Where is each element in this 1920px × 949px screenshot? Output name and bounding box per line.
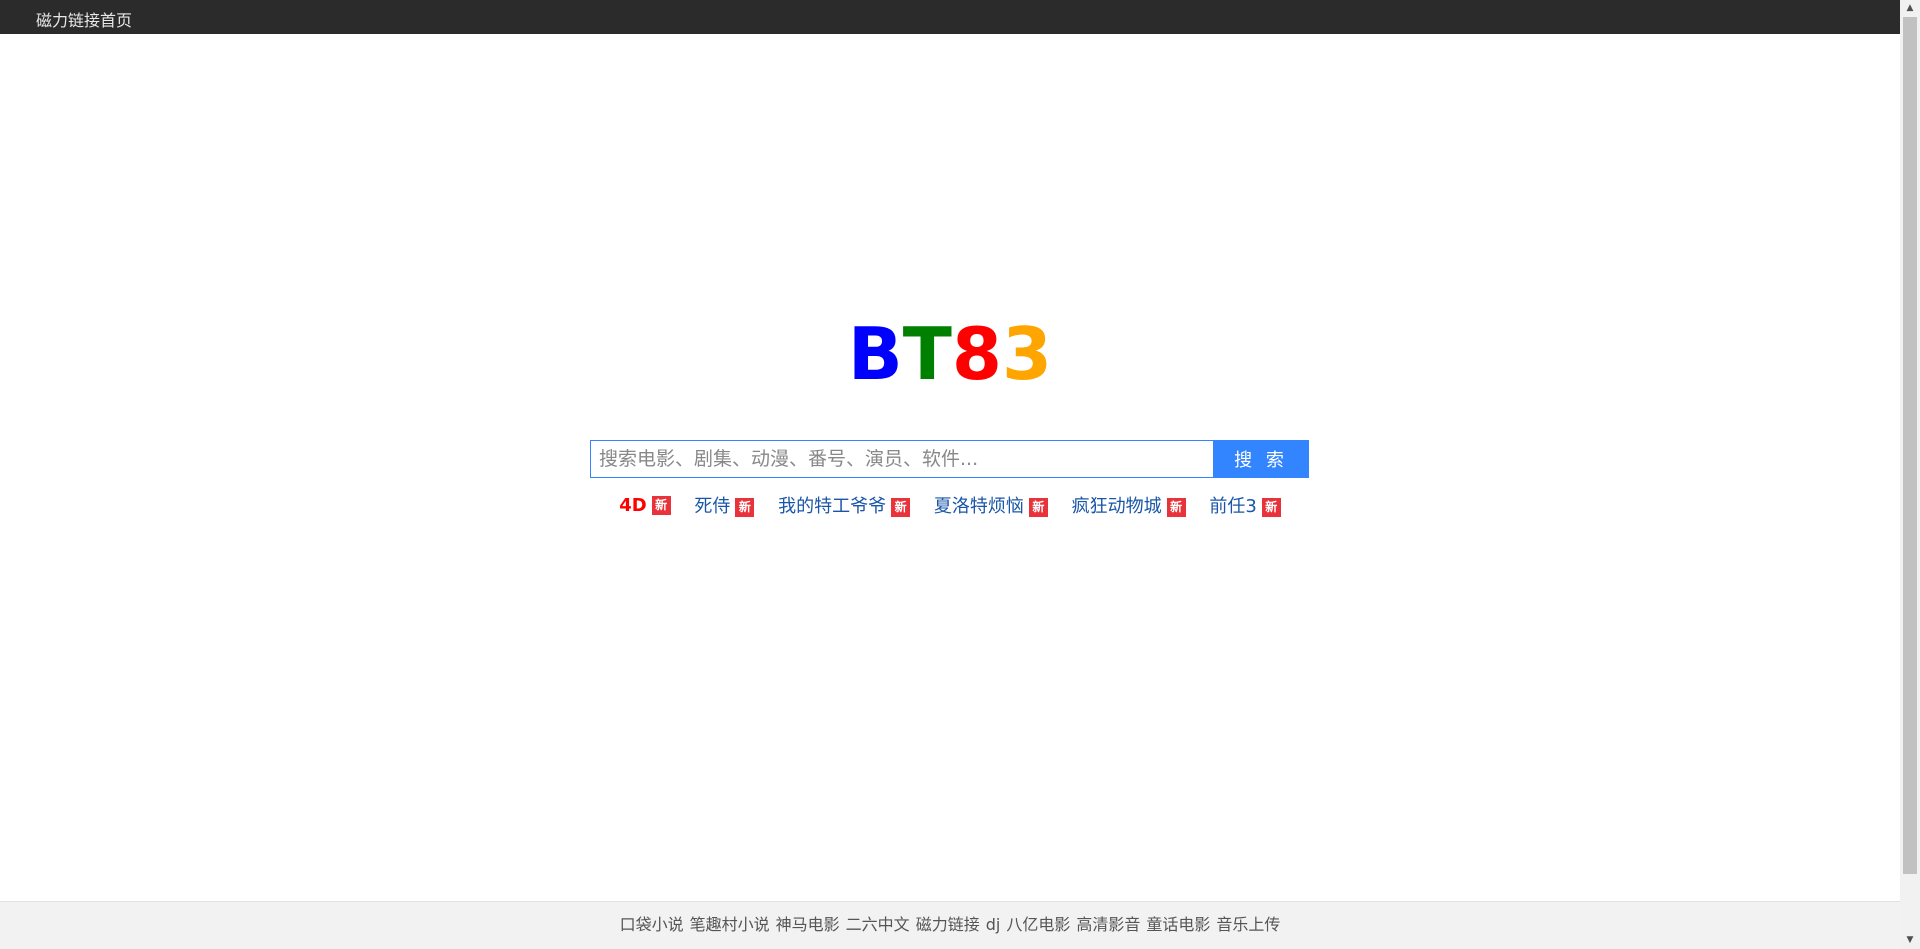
footer-link[interactable]: 八亿电影 — [1006, 915, 1070, 934]
search-form: 搜 索 — [590, 440, 1309, 478]
hot-search-item[interactable]: 死侍新 — [694, 492, 755, 518]
footer-link[interactable]: 磁力链接 — [916, 915, 980, 934]
hot-search-label: 夏洛特烦恼 — [933, 496, 1024, 517]
hot-search-list: 4D 新 死侍新 我的特工爷爷新 夏洛特烦恼新 疯狂动物城新 前任3 新 — [0, 492, 1900, 518]
hot-search-item[interactable]: 疯狂动物城新 — [1072, 492, 1186, 518]
new-badge-icon: 新 — [1166, 497, 1186, 517]
vertical-scrollbar[interactable]: ▲ ▼ — [1900, 0, 1920, 949]
scrollbar-thumb[interactable] — [1903, 17, 1917, 874]
new-badge-icon: 新 — [891, 497, 911, 517]
home-link[interactable]: 磁力链接首页 — [36, 7, 132, 31]
logo-letter-t: T — [902, 312, 952, 396]
new-badge-icon: 新 — [1261, 497, 1281, 517]
new-badge-icon: 新 — [651, 496, 671, 515]
hot-search-item[interactable]: 前任3 新 — [1209, 492, 1281, 518]
hot-search-label: 疯狂动物城 — [1071, 496, 1162, 517]
footer-link[interactable]: 童话电影 — [1146, 915, 1210, 934]
scroll-up-arrow-icon[interactable]: ▲ — [1900, 0, 1920, 17]
hot-search-label: 4D — [619, 494, 647, 516]
hot-search-label: 我的特工爷爷 — [778, 496, 887, 517]
logo-letter-8: 8 — [951, 312, 1002, 396]
search-input[interactable] — [590, 440, 1214, 478]
hot-search-item[interactable]: 4D 新 — [619, 494, 671, 516]
new-badge-icon: 新 — [1028, 497, 1048, 517]
hot-search-label: 死侍 — [694, 496, 731, 517]
footer-link[interactable]: 口袋小说 — [620, 915, 684, 934]
hot-search-item[interactable]: 夏洛特烦恼新 — [934, 492, 1048, 518]
footer-link[interactable]: 二六中文 — [846, 915, 910, 934]
footer-link[interactable]: dj — [986, 915, 1001, 934]
new-badge-icon: 新 — [735, 497, 755, 517]
footer-links: 口袋小说 笔趣村小说 神马电影 二六中文 磁力链接 dj 八亿电影 高清影音 童话电影 音乐上传 — [0, 901, 1900, 949]
site-logo: BT83 — [0, 310, 1900, 398]
top-navigation-bar: 磁力链接首页 — [0, 0, 1900, 34]
search-button[interactable]: 搜 索 — [1213, 440, 1309, 478]
footer-link[interactable]: 笔趣村小说 — [690, 915, 770, 934]
footer-link[interactable]: 音乐上传 — [1216, 915, 1280, 934]
logo-letter-b: B — [847, 312, 903, 396]
footer-link[interactable]: 神马电影 — [776, 915, 840, 934]
hot-search-item[interactable]: 我的特工爷爷新 — [778, 492, 911, 518]
footer-link[interactable]: 高清影音 — [1076, 915, 1140, 934]
logo-letter-3: 3 — [1002, 312, 1053, 396]
scroll-down-arrow-icon[interactable]: ▼ — [1900, 932, 1920, 949]
hot-search-label: 前任3 — [1209, 496, 1257, 517]
